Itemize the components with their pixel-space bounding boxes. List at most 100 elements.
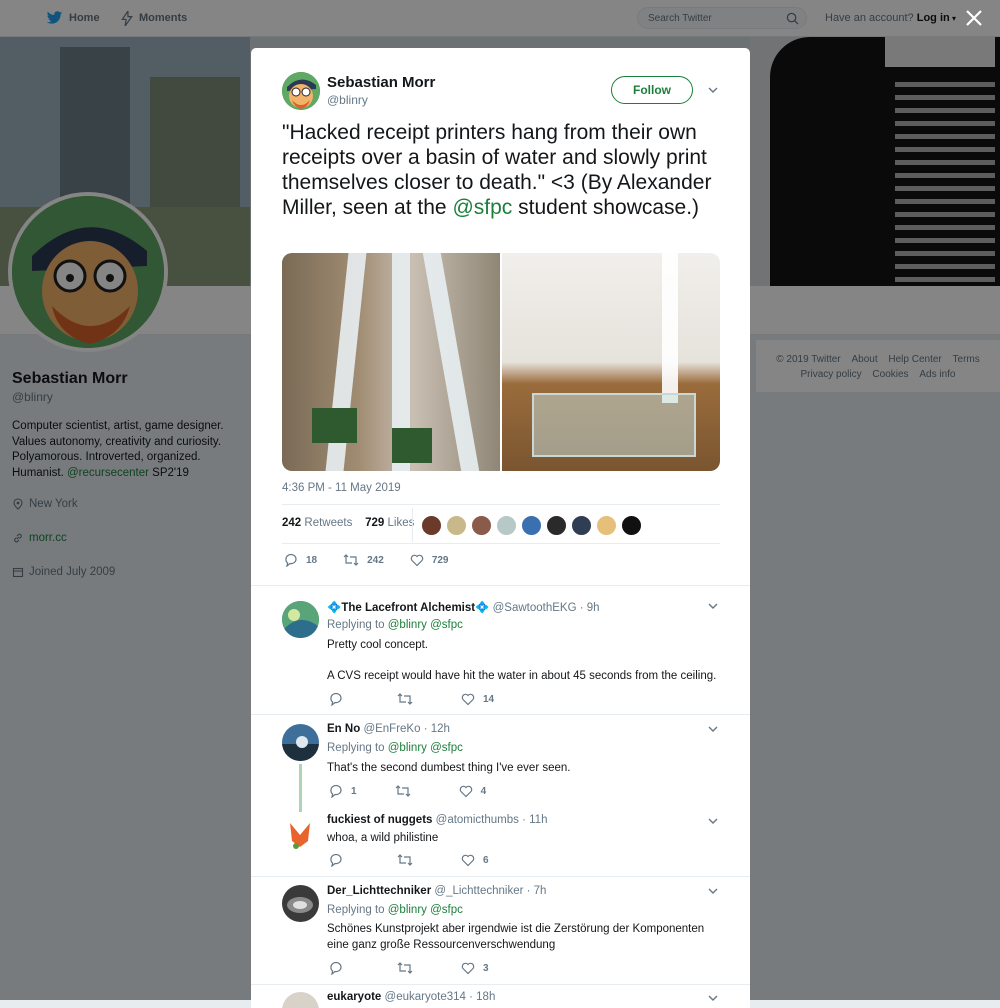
liker-avatar[interactable] [521, 515, 542, 536]
retweet-count: 242 [367, 554, 384, 566]
like-count: 729 [431, 554, 449, 566]
reply-button[interactable]: 1 [329, 784, 357, 798]
reply-avatar[interactable] [282, 724, 319, 761]
chevron-down-icon[interactable] [707, 84, 719, 96]
reply-button[interactable] [329, 853, 351, 867]
replying-mention-link[interactable]: @sfpc [430, 904, 463, 916]
reply-button[interactable] [329, 961, 351, 975]
tweet-text-body: student showcase.) [518, 196, 700, 219]
replying-to: Replying to @blinry @sfpc [327, 619, 463, 631]
heart-icon [459, 785, 472, 798]
like-button[interactable]: 4 [459, 784, 486, 798]
likes-stat[interactable]: 729 Likes [365, 517, 414, 529]
reply-icon [330, 692, 342, 706]
reply-time[interactable]: · 7h [527, 885, 547, 897]
tweet-timestamp[interactable]: 4:36 PM - 11 May 2019 [282, 482, 401, 494]
liker-avatar[interactable] [496, 515, 517, 536]
like-button[interactable]: 3 [461, 961, 489, 975]
reply-avatar[interactable] [282, 885, 319, 922]
close-icon[interactable] [964, 8, 984, 28]
reply-avatar[interactable] [282, 601, 319, 638]
reply-icon [285, 553, 297, 567]
retweet-button[interactable] [395, 784, 419, 798]
reply-author-handle[interactable]: @SawtoothEKG [493, 602, 577, 614]
reply-avatar[interactable] [282, 992, 319, 1008]
tweet-modal: Sebastian Morr @blinry Follow "Hacked re… [251, 48, 750, 1008]
avatar-image [282, 815, 319, 852]
liker-avatar[interactable] [621, 515, 642, 536]
tweet-author-name[interactable]: Sebastian Morr [327, 74, 435, 91]
retweets-stat[interactable]: 242 Retweets [282, 517, 352, 529]
liker-avatar[interactable] [546, 515, 567, 536]
replying-mention-link[interactable]: @sfpc [430, 742, 463, 754]
chevron-down-icon[interactable] [707, 885, 719, 897]
tweet-photo-2[interactable] [502, 253, 720, 471]
chevron-down-icon[interactable] [707, 723, 719, 735]
retweet-button[interactable] [397, 961, 421, 975]
reply-time[interactable]: · 9h [580, 602, 600, 614]
like-count: 3 [483, 962, 489, 974]
liker-avatar[interactable] [471, 515, 492, 536]
likes-label: Likes [387, 517, 415, 529]
tweet-mention-link[interactable]: @sfpc [452, 196, 512, 219]
liker-avatar[interactable] [446, 515, 467, 536]
liker-avatar[interactable] [571, 515, 592, 536]
reply-button[interactable]: 18 [284, 553, 317, 567]
tweet-photo-1[interactable] [282, 253, 500, 471]
heart-icon [461, 962, 475, 975]
retweet-button[interactable] [397, 692, 421, 706]
retweets-label: Retweets [304, 517, 353, 529]
liker-avatar[interactable] [596, 515, 617, 536]
reply-author-handle[interactable]: @eukaryote314 [385, 991, 466, 1003]
reply-button[interactable] [329, 692, 351, 706]
avatar-image [282, 885, 319, 922]
retweet-button[interactable]: 242 [343, 553, 384, 567]
like-count: 14 [483, 693, 495, 705]
divider [251, 876, 750, 877]
reply-author-name[interactable]: En No [327, 723, 360, 735]
replying-mention-link[interactable]: @blinry [388, 742, 427, 754]
reply-text: That's the second dumbest thing I've eve… [327, 762, 571, 774]
tweet-author-handle[interactable]: @blinry [327, 93, 368, 107]
replying-mention-link[interactable]: @blinry [388, 904, 427, 916]
reply-time[interactable]: · 12h [424, 723, 450, 735]
divider [282, 504, 720, 505]
retweets-count: 242 [282, 517, 302, 529]
reply-time[interactable]: · 11h [522, 814, 547, 826]
reply-author-name[interactable]: fuckiest of nuggets [327, 814, 432, 826]
retweet-icon [395, 785, 410, 797]
chevron-down-icon[interactable] [707, 600, 719, 612]
liker-avatar[interactable] [421, 515, 442, 536]
follow-button[interactable]: Follow [611, 76, 693, 104]
retweet-icon [397, 693, 413, 705]
reply-author-name[interactable]: 💠The Lacefront Alchemist💠 [327, 602, 489, 614]
like-button[interactable]: 729 [410, 553, 449, 567]
like-button[interactable]: 6 [461, 853, 489, 867]
heart-icon [410, 554, 424, 567]
reply-author-handle[interactable]: @EnFreKo [363, 723, 420, 735]
chevron-down-icon[interactable] [707, 992, 719, 1004]
reply-header: fuckiest of nuggets @atomicthumbs · 11h [327, 814, 547, 826]
divider [282, 543, 720, 544]
tweet-media [282, 253, 720, 471]
thread-connector-line [299, 764, 302, 812]
reply-text: whoa, a wild philistine [327, 832, 439, 844]
reply-avatar[interactable] [282, 815, 319, 852]
reply-icon [330, 961, 342, 975]
reply-header: eukaryote @eukaryote314 · 18h [327, 991, 495, 1003]
reply-time[interactable]: · 18h [469, 991, 495, 1003]
tweet-author-avatar[interactable] [282, 72, 320, 110]
retweet-button[interactable] [397, 853, 421, 867]
replying-mention-link[interactable]: @blinry [388, 619, 427, 631]
reply-count: 18 [306, 554, 318, 566]
reply-author-handle[interactable]: @atomicthumbs [436, 814, 519, 826]
reply-header: 💠The Lacefront Alchemist💠 @SawtoothEKG ·… [327, 600, 600, 614]
reply-actions: 3 [329, 961, 515, 975]
reply-author-name[interactable]: eukaryote [327, 991, 381, 1003]
like-button[interactable]: 14 [461, 692, 494, 706]
reply-author-handle[interactable]: @_Lichttechniker [434, 885, 523, 897]
replying-to: Replying to @blinry @sfpc [327, 904, 463, 916]
chevron-down-icon[interactable] [707, 815, 719, 827]
reply-author-name[interactable]: Der_Lichttechniker [327, 885, 431, 897]
replying-mention-link[interactable]: @sfpc [430, 619, 463, 631]
